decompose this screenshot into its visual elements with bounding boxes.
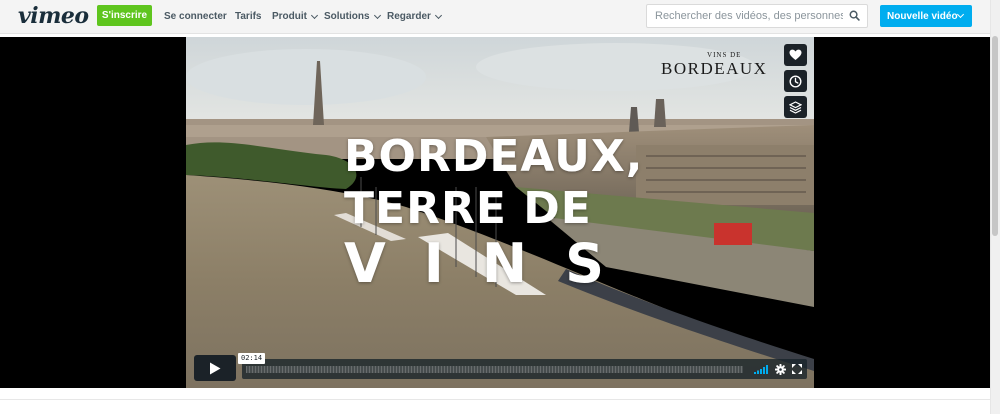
time-tooltip: 02:14	[238, 353, 266, 364]
nav-login-label: Se connecter	[164, 11, 227, 22]
chevron-down-icon	[956, 10, 965, 19]
play-button[interactable]	[194, 355, 236, 381]
collections-button[interactable]	[784, 96, 807, 118]
search-box	[646, 4, 868, 28]
scrollbar-thumb[interactable]	[992, 36, 998, 236]
chevron-down-icon	[310, 11, 319, 19]
brand-big-text: BORDEAUX	[661, 59, 768, 78]
title-line-1: BORDEAUX,	[344, 131, 644, 182]
chevron-down-icon	[373, 11, 381, 19]
video-title-overlay: BORDEAUX, TERRE DE VINS	[344, 135, 643, 291]
nav-solutions-label: Solutions	[324, 11, 370, 22]
heart-icon	[789, 49, 802, 60]
vimeo-logo[interactable]: vimeo	[18, 3, 89, 29]
nav-product-label: Produit	[272, 11, 307, 22]
like-button[interactable]	[784, 44, 807, 66]
search-input[interactable]	[647, 5, 843, 27]
top-navbar: vimeo S'inscrire Se connecter Tarifs Pro…	[0, 0, 990, 34]
vins-de-bordeaux-logo: VINS DE BORDEAUX	[661, 51, 767, 79]
chevron-down-icon	[434, 11, 442, 19]
fullscreen-icon[interactable]	[792, 364, 802, 374]
title-line-2: TERRE DE	[344, 183, 592, 234]
signup-button[interactable]: S'inscrire	[97, 5, 152, 26]
nav-watch-label: Regarder	[387, 11, 431, 22]
play-icon	[210, 362, 221, 374]
new-video-label: Nouvelle vidéo	[887, 10, 958, 22]
volume-icon[interactable]	[754, 365, 768, 374]
watch-later-button[interactable]	[784, 70, 807, 92]
layers-icon	[789, 100, 802, 114]
nav-pricing[interactable]: Tarifs	[235, 11, 262, 22]
divider	[0, 399, 990, 400]
video-frame[interactable]: VINS DE BORDEAUX BORDEAUX, TERRE DE VINS	[186, 37, 814, 388]
nav-watch[interactable]: Regarder	[387, 11, 442, 22]
nav-product[interactable]: Produit	[272, 11, 319, 22]
title-line-3: VINS	[344, 232, 642, 295]
brand-small-text: VINS DE	[707, 51, 742, 59]
control-bar	[242, 359, 807, 379]
nav-solutions[interactable]: Solutions	[324, 11, 381, 22]
nav-login[interactable]: Se connecter	[164, 11, 227, 22]
page-content	[0, 388, 990, 414]
progress-bar[interactable]	[246, 366, 743, 373]
new-video-button[interactable]: Nouvelle vidéo	[880, 5, 972, 27]
search-icon[interactable]	[849, 10, 860, 21]
settings-gear-icon[interactable]	[775, 364, 786, 375]
clock-icon	[789, 74, 802, 88]
nav-pricing-label: Tarifs	[235, 11, 262, 22]
